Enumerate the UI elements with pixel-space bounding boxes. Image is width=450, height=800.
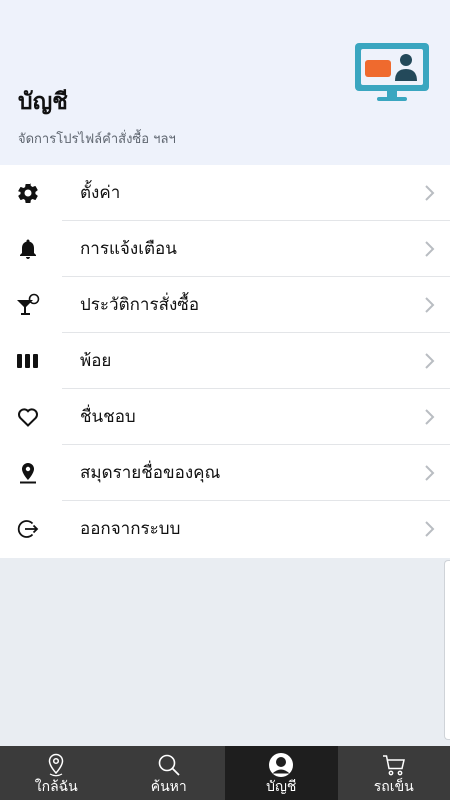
menu-item-label: ประวัติการสั่งซื้อ xyxy=(80,295,200,315)
presentation-monitor-icon xyxy=(355,43,429,101)
location-pin-icon xyxy=(20,463,36,484)
tab-account[interactable]: บัญชี xyxy=(225,746,338,800)
menu-item-label: ตั้งค่า xyxy=(80,183,121,203)
tab-label: ใกล้ฉัน xyxy=(34,779,78,795)
menu-item-label: ออกจากระบบ xyxy=(80,519,181,539)
location-pin-icon xyxy=(48,753,64,777)
tab-label: รถเข็น xyxy=(373,779,414,795)
menu-item-favorites[interactable]: ชื่นชอบ xyxy=(0,389,450,445)
menu-item-settings[interactable]: ตั้งค่า xyxy=(0,165,450,221)
page-subtitle: จัดการโปรไฟล์คำสั่งซื้อ ฯลฯ xyxy=(18,132,176,147)
menu-item-order-history[interactable]: ประวัติการสั่งซื้อ xyxy=(0,277,450,333)
user-icon xyxy=(269,753,294,777)
menu-item-logout[interactable]: ออกจากระบบ xyxy=(0,501,450,557)
bottom-tab-bar: ใกล้ฉัน ค้นหา บัญชี รถเข็น xyxy=(0,746,450,800)
cart-icon xyxy=(382,755,405,776)
account-header: บัญชี จัดการโปรไฟล์คำสั่งซื้อ ฯลฯ xyxy=(0,0,450,165)
points-bars-icon xyxy=(17,354,38,368)
menu-item-label: การแจ้งเตือน xyxy=(80,239,177,259)
chevron-right-icon xyxy=(425,297,435,313)
bell-icon xyxy=(20,239,36,259)
logout-icon xyxy=(17,520,39,538)
chevron-right-icon xyxy=(425,185,435,201)
menu-item-address-book[interactable]: สมุดรายชื่อของคุณ xyxy=(0,445,450,501)
menu-item-label: สมุดรายชื่อของคุณ xyxy=(80,463,221,483)
chevron-right-icon xyxy=(425,241,435,257)
account-menu: ตั้งค่า การแจ้งเตือน ประวัติการสั่งซื้อ … xyxy=(0,165,450,558)
gear-icon xyxy=(18,183,38,204)
chevron-right-icon xyxy=(425,353,435,369)
search-icon xyxy=(158,754,180,776)
chevron-right-icon xyxy=(425,465,435,481)
tab-nearby[interactable]: ใกล้ฉัน xyxy=(0,746,113,800)
menu-item-label: ชื่นชอบ xyxy=(80,407,136,427)
tab-label: ค้นหา xyxy=(150,779,187,795)
heart-icon xyxy=(18,408,38,427)
side-drawer-handle[interactable] xyxy=(444,560,450,740)
page-title: บัญชี xyxy=(18,89,68,115)
chevron-right-icon xyxy=(425,409,435,425)
tab-label: บัญชี xyxy=(266,779,297,795)
menu-item-points[interactable]: พ้อย xyxy=(0,333,450,389)
tab-search[interactable]: ค้นหา xyxy=(113,746,226,800)
menu-item-notifications[interactable]: การแจ้งเตือน xyxy=(0,221,450,277)
cocktail-history-icon xyxy=(17,293,40,315)
chevron-right-icon xyxy=(425,521,435,537)
menu-item-label: พ้อย xyxy=(80,351,112,371)
tab-cart[interactable]: รถเข็น xyxy=(338,746,450,800)
